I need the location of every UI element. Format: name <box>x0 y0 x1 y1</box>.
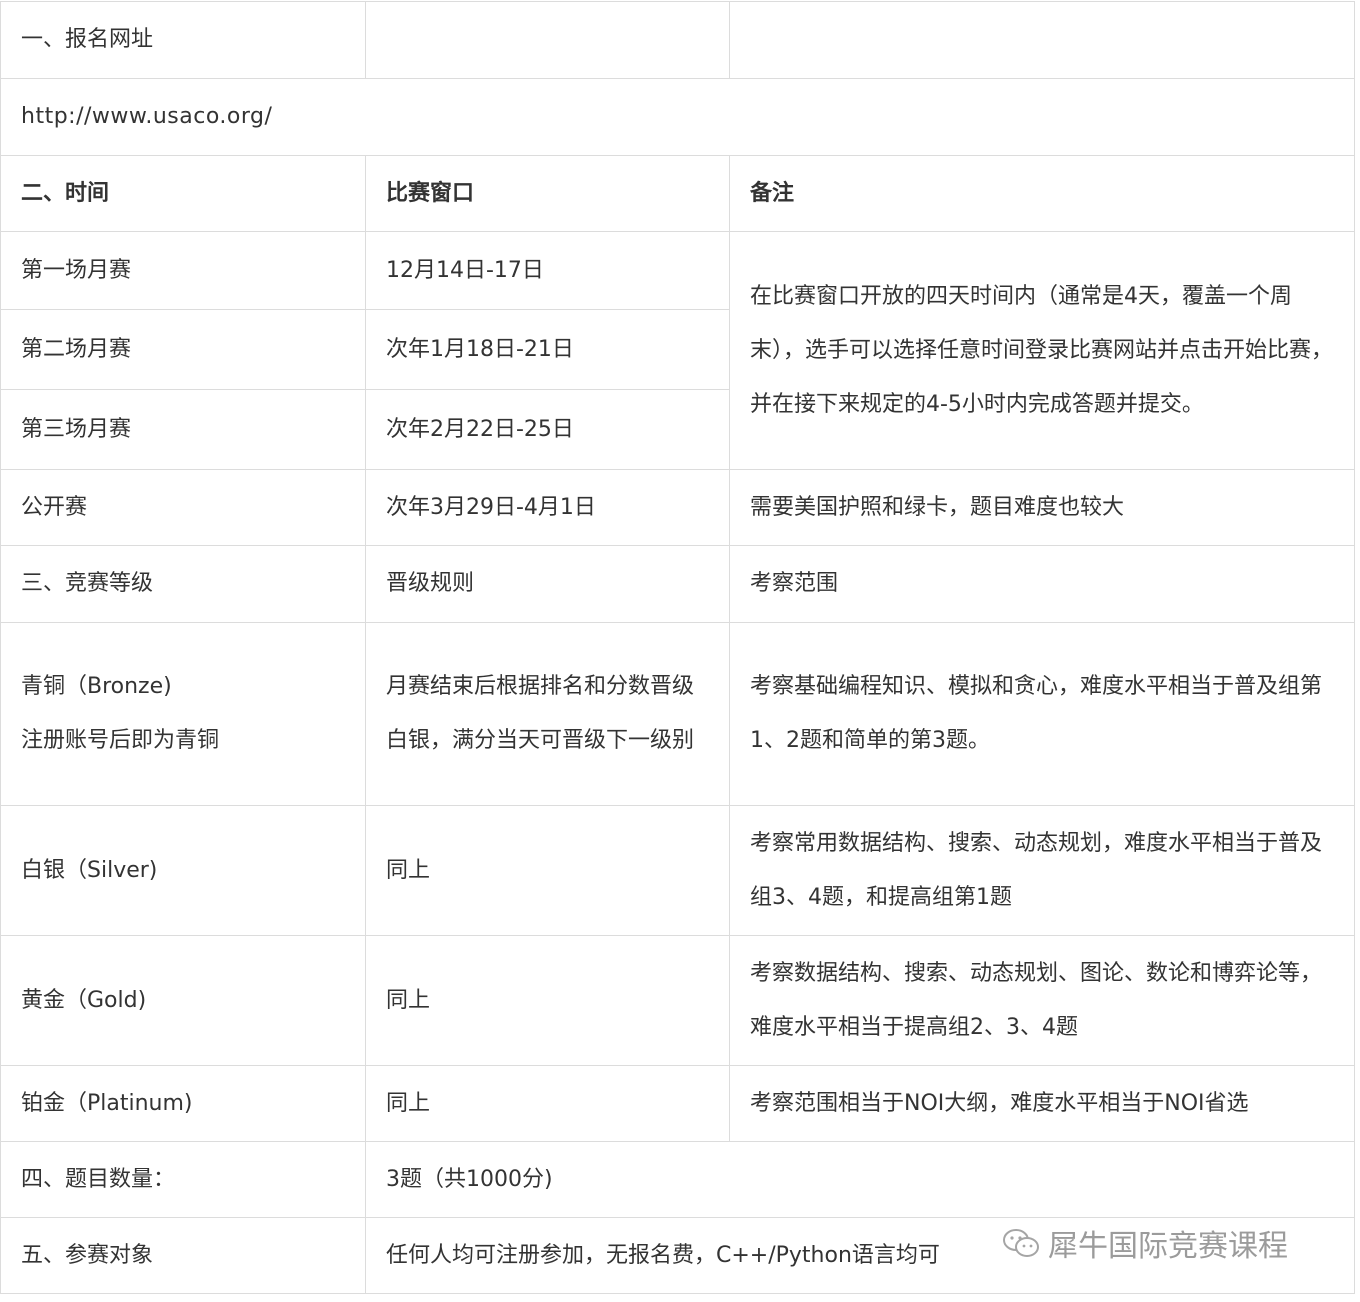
level-rule: 同上 <box>365 805 730 936</box>
level-scope: 考察数据结构、搜索、动态规划、图论、数论和博弈论等，难度水平相当于提高组2、3、… <box>729 935 1355 1066</box>
open-contest-name: 公开赛 <box>0 469 366 546</box>
contest-window-note: 在比赛窗口开放的四天时间内（通常是4天，覆盖一个周末），选手可以选择任意时间登录… <box>729 231 1355 470</box>
section4-row: 四、题目数量： 3题（共1000分) <box>0 1141 1355 1218</box>
contest-name: 第三场月赛 <box>0 389 366 470</box>
level-name: 铂金（Platinum) <box>0 1065 366 1142</box>
level-name: 黄金（Gold) <box>0 935 366 1066</box>
section4-value: 3题（共1000分) <box>365 1141 1355 1218</box>
section3-header-row: 三、竞赛等级 晋级规则 考察范围 <box>0 545 1355 623</box>
level-name: 青铜（Bronze) <box>21 674 172 699</box>
table-row: 白银（Silver) 同上 考察常用数据结构、搜索、动态规划，难度水平相当于普及… <box>0 805 1355 936</box>
level-rule: 同上 <box>365 1065 730 1142</box>
level-bronze: 青铜（Bronze) 注册账号后即为青铜 <box>0 622 366 806</box>
section3-label: 三、竞赛等级 <box>0 545 366 623</box>
wechat-icon <box>1003 1229 1039 1257</box>
section5-label: 五、参赛对象 <box>0 1217 366 1294</box>
open-contest-note: 需要美国护照和绿卡，题目难度也较大 <box>729 469 1355 546</box>
table-row: 黄金（Gold) 同上 考察数据结构、搜索、动态规划、图论、数论和博弈论等，难度… <box>0 935 1355 1066</box>
level-scope: 考察范围相当于NOI大纲，难度水平相当于NOI省选 <box>729 1065 1355 1142</box>
empty-cell <box>729 1 1355 79</box>
level-scope: 考察基础编程知识、模拟和贪心，难度水平相当于普及组第1、2题和简单的第3题。 <box>729 622 1355 806</box>
table-row: 铂金（Platinum) 同上 考察范围相当于NOI大纲，难度水平相当于NOI省… <box>0 1065 1355 1142</box>
watermark: 犀牛国际竞赛课程 <box>1002 1218 1288 1268</box>
section1-label: 一、报名网址 <box>0 1 366 79</box>
level-scope: 考察常用数据结构、搜索、动态规划，难度水平相当于普及组3、4题，和提高组第1题 <box>729 805 1355 936</box>
empty-cell <box>365 1 730 79</box>
level-name: 白银（Silver) <box>0 805 366 936</box>
table-row: 青铜（Bronze) 注册账号后即为青铜 月赛结束后根据排名和分数晋级白银，满分… <box>0 622 1355 806</box>
contest-date: 次年1月18日-21日 <box>365 309 730 390</box>
col-header-rule: 晋级规则 <box>365 545 730 623</box>
level-sub: 注册账号后即为青铜 <box>21 728 220 753</box>
table-row: 第一场月赛 12月14日-17日 在比赛窗口开放的四天时间内（通常是4天，覆盖一… <box>0 231 1355 470</box>
level-rule: 月赛结束后根据排名和分数晋级白银，满分当天可晋级下一级别 <box>365 622 730 806</box>
section2-label: 二、时间 <box>0 155 366 232</box>
col-header-note: 备注 <box>729 155 1355 232</box>
open-contest-date: 次年3月29日-4月1日 <box>365 469 730 546</box>
registration-url-link[interactable]: http://www.usaco.org/ <box>0 78 1355 156</box>
section2-header-row: 二、时间 比赛窗口 备注 <box>0 155 1355 232</box>
contest-name: 第一场月赛 <box>0 231 366 310</box>
contest-name: 第二场月赛 <box>0 309 366 390</box>
col-header-window: 比赛窗口 <box>365 155 730 232</box>
usaco-info-table: 一、报名网址 http://www.usaco.org/ 二、时间 比赛窗口 备… <box>0 1 1355 1294</box>
watermark-text: 犀牛国际竞赛课程 <box>1048 1229 1288 1264</box>
contest-date: 12月14日-17日 <box>365 231 730 310</box>
contest-date: 次年2月22日-25日 <box>365 389 730 470</box>
level-rule: 同上 <box>365 935 730 1066</box>
col-header-scope: 考察范围 <box>729 545 1355 623</box>
table-row: 公开赛 次年3月29日-4月1日 需要美国护照和绿卡，题目难度也较大 <box>0 469 1355 546</box>
section1-url-row: http://www.usaco.org/ <box>0 78 1355 156</box>
section1-header-row: 一、报名网址 <box>0 1 1355 79</box>
section4-label: 四、题目数量： <box>0 1141 366 1218</box>
